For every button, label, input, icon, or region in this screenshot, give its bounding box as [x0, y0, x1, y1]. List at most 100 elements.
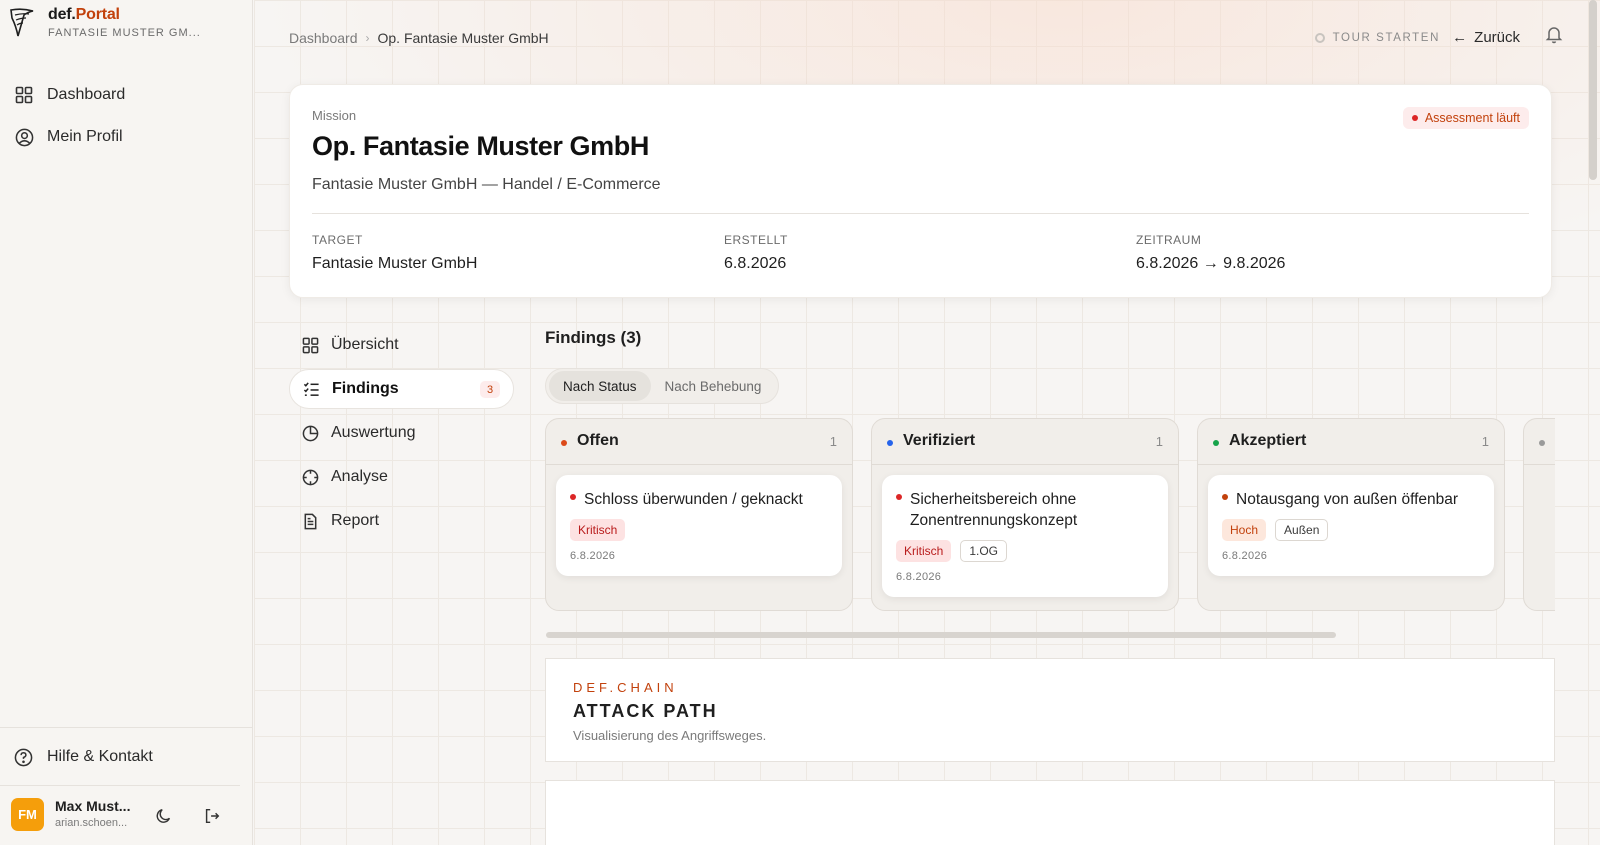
column-title: Verifiziert — [903, 432, 976, 449]
status-dot — [1411, 115, 1418, 121]
column-partial — [1523, 418, 1555, 611]
section-title: ATTACK PATH — [573, 701, 718, 721]
brand-name: def.Portal — [48, 6, 120, 23]
avatar[interactable]: FM — [11, 798, 44, 831]
section-kicker: DEF.CHAIN — [573, 680, 678, 695]
severity-dot — [570, 494, 576, 500]
status-dot — [887, 440, 893, 446]
severity-dot — [896, 494, 902, 500]
section-description: Visualisierung des Angriffsweges. — [573, 728, 767, 743]
severity-tag: Kritisch — [570, 519, 626, 541]
page-title: Op. Fantasie Muster GmbH — [312, 131, 649, 161]
column-header: Verifiziert 1 — [872, 419, 1178, 465]
meta-value: 6.8.2026 → 9.8.2026 — [1136, 255, 1286, 272]
finding-title: Notausgang von außen öffenbar — [1236, 491, 1459, 508]
tab-label: Analyse — [331, 468, 388, 485]
column-header: Akzeptiert 1 — [1198, 419, 1504, 465]
location-tag: 1.OG — [960, 540, 1008, 562]
status-dot — [1213, 440, 1219, 446]
page-scrollbar[interactable] — [1589, 0, 1597, 180]
sidebar-item-dashboard[interactable]: Dashboard — [14, 77, 239, 113]
mission-subtitle: Fantasie Muster GmbH — Handel / E-Commer… — [312, 176, 661, 193]
column-title: Offen — [577, 432, 619, 449]
user-row: FM Max Must... arian.schoen... — [0, 785, 240, 845]
breadcrumb-current: Op. Fantasie Muster GmbH — [377, 30, 549, 46]
user-email: arian.schoen... — [55, 817, 128, 829]
grid-icon — [302, 336, 320, 354]
column-count: 1 — [1481, 434, 1489, 449]
finding-tags: Kritisch 1.OG — [896, 540, 1154, 562]
status-badge: Assessment läuft — [1402, 107, 1529, 129]
theme-toggle-button[interactable] — [153, 805, 175, 827]
findings-title: Findings (3) — [545, 328, 642, 347]
status-label: Assessment läuft — [1424, 111, 1520, 125]
logout-button[interactable] — [201, 805, 223, 827]
finding-card[interactable]: Sicherheitsbereich ohne Zonentrennungsko… — [882, 475, 1168, 597]
mission-label: Mission — [312, 108, 357, 123]
column-count: 1 — [1155, 434, 1163, 449]
brand[interactable]: def.Portal FANTASIE MUSTER GM... — [8, 4, 201, 42]
help-contact-link[interactable]: Hilfe & Kontakt — [14, 747, 153, 767]
meta-value: 6.8.2026 — [724, 255, 787, 272]
location-tag: Außen — [1275, 519, 1329, 541]
tab-label: Übersicht — [331, 336, 399, 353]
sidebar-item-profile[interactable]: Mein Profil — [14, 119, 239, 155]
user-name: Max Must... — [55, 798, 131, 814]
attack-path-section: DEF.CHAIN ATTACK PATH Visualisierung des… — [545, 658, 1555, 762]
tab-label: Report — [331, 512, 380, 529]
breadcrumb: Dashboard › Op. Fantasie Muster GmbH — [289, 30, 549, 46]
tab-report[interactable]: Report — [289, 501, 514, 541]
sidebar-item-label: Mein Profil — [47, 128, 123, 145]
attack-path-canvas[interactable] — [545, 780, 1555, 845]
finding-tags: Kritisch — [570, 519, 828, 541]
moon-icon — [156, 808, 171, 823]
meta-key: TARGET — [312, 233, 363, 247]
meta-key: ERSTELLT — [724, 233, 788, 247]
ring-icon — [1314, 33, 1325, 43]
help-label: Hilfe & Kontakt — [47, 748, 153, 765]
brand-org: FANTASIE MUSTER GM... — [48, 27, 201, 39]
column-header: Offen 1 — [546, 419, 852, 465]
finding-tags: Hoch Außen — [1222, 519, 1480, 541]
finding-date: 6.8.2026 — [896, 571, 942, 583]
back-button[interactable]: ← Zurück — [1452, 29, 1520, 46]
column-akzeptiert: Akzeptiert 1 Notausgang von außen öffenb… — [1197, 418, 1505, 611]
finding-date: 6.8.2026 — [1222, 550, 1268, 562]
finding-card[interactable]: Notausgang von außen öffenbar Hoch Außen… — [1208, 475, 1494, 576]
finding-title: Schloss überwunden / geknackt — [584, 491, 803, 508]
finding-title: Sicherheitsbereich ohne Zonentrennungsko… — [910, 491, 1078, 529]
sidebar-item-label: Dashboard — [47, 86, 126, 103]
tab-label: Auswertung — [331, 424, 416, 441]
bell-icon[interactable] — [1544, 24, 1564, 44]
column-header — [1524, 419, 1555, 465]
findings-count-badge: 3 — [480, 381, 500, 398]
column-offen: Offen 1 Schloss überwunden / geknackt Kr… — [545, 418, 853, 611]
divider — [312, 213, 1529, 214]
board-scrollbar[interactable] — [546, 632, 1336, 638]
grid-icon — [14, 85, 34, 105]
sidebar-footer: Hilfe & Kontakt FM Max Must... arian.sch… — [0, 727, 253, 845]
tour-label: TOUR STARTEN — [1332, 32, 1440, 44]
column-verifiziert: Verifiziert 1 Sicherheitsbereich ohne Zo… — [871, 418, 1179, 611]
breadcrumb-dashboard[interactable]: Dashboard — [289, 30, 358, 46]
meta-value: Fantasie Muster GmbH — [312, 255, 478, 272]
tab-overview[interactable]: Übersicht — [289, 325, 514, 365]
mission-card: Mission Op. Fantasie Muster GmbH Fantasi… — [289, 84, 1552, 298]
tab-findings[interactable]: Findings 3 — [289, 369, 514, 409]
tab-auswertung[interactable]: Auswertung — [289, 413, 514, 453]
column-count: 1 — [829, 434, 837, 449]
view-by-status[interactable]: Nach Status — [549, 371, 651, 401]
tour-start-button[interactable]: TOUR STARTEN — [1314, 32, 1440, 44]
severity-tag: Kritisch — [896, 540, 952, 562]
status-dot — [1539, 440, 1545, 446]
finding-date: 6.8.2026 — [570, 550, 616, 562]
meta-period: ZEITRAUM 6.8.2026 → 9.8.2026 — [1136, 233, 1285, 273]
pie-chart-icon — [302, 424, 320, 442]
finding-card[interactable]: Schloss überwunden / geknackt Kritisch 6… — [556, 475, 842, 576]
findings-board: Offen 1 Schloss überwunden / geknackt Kr… — [545, 418, 1555, 613]
chevron-right-icon: › — [365, 31, 370, 45]
view-by-remediation[interactable]: Nach Behebung — [651, 371, 776, 401]
tab-analyse[interactable]: Analyse — [289, 457, 514, 497]
topbar: Dashboard › Op. Fantasie Muster GmbH TOU… — [289, 27, 1563, 50]
meta-target: TARGET Fantasie Muster GmbH — [312, 233, 477, 273]
